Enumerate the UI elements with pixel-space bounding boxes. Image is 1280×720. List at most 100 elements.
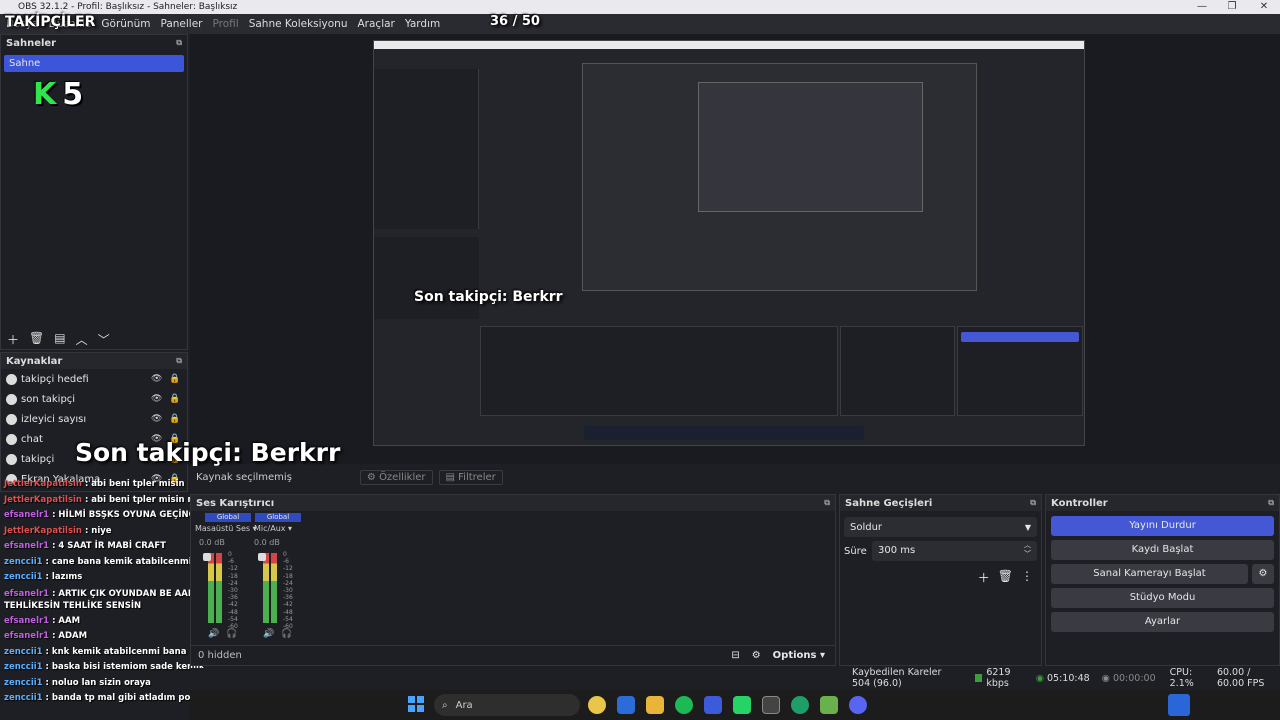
nested-scenes (374, 69, 479, 229)
chat-username: zenccii1 (4, 572, 43, 582)
move-down-icon[interactable]: ﹀ (98, 331, 110, 348)
eye-icon[interactable]: 👁 (151, 414, 162, 424)
chat-text: : cane bana kemik atabilcenmi (42, 556, 192, 567)
db-tick: -12 (228, 565, 238, 573)
mixer-layout-icon[interactable]: ⊟ (731, 650, 739, 661)
volume-meter (208, 553, 214, 623)
stream-indicator-icon: ◉ (1035, 672, 1044, 684)
chat-text: : baska bisi istemiom sade kemik (42, 662, 205, 672)
source-item[interactable]: takipçi hedefi 👁 🔒 (1, 369, 187, 389)
microphone-icon[interactable] (1168, 694, 1190, 716)
menu-view[interactable]: Görünüm (101, 18, 150, 30)
app-icon[interactable] (704, 696, 722, 714)
record-indicator-icon: ◉ (1101, 672, 1110, 684)
windows-start-icon[interactable] (408, 696, 424, 712)
maximize-button[interactable]: ❐ (1218, 0, 1246, 14)
scenes-toolbar: ＋ 🗑 ▤ ︿ ﹀ (7, 331, 110, 348)
app-icon[interactable] (791, 696, 809, 714)
volume-slider-handle[interactable] (203, 553, 211, 561)
nested-titlebar (374, 41, 1084, 49)
browser-source-icon (6, 433, 17, 445)
mute-icon[interactable]: 🔊 (208, 629, 219, 639)
dock-float-icon[interactable]: ⧉ (824, 498, 830, 508)
remove-transition-icon[interactable]: 🗑 (998, 569, 1013, 586)
menu-profile[interactable]: Profil (213, 18, 239, 30)
lock-icon[interactable]: 🔒 (169, 414, 180, 424)
remove-scene-icon[interactable]: 🗑 (29, 331, 44, 348)
gear-icon[interactable]: ⚙ (1252, 564, 1274, 584)
whatsapp-icon[interactable] (733, 696, 751, 714)
chat-text: : lazıms (42, 572, 83, 582)
channel-name[interactable]: Masaüstü Ses ▾ (195, 524, 257, 533)
db-tick: -18 (228, 572, 238, 580)
db-tick: -30 (228, 587, 238, 595)
taskbar-search[interactable]: ⌕ Ara (434, 694, 580, 716)
monitor-icon[interactable]: 🎧 (226, 629, 237, 639)
folder-icon[interactable] (646, 696, 664, 714)
menu-tools[interactable]: Araçlar (358, 18, 395, 30)
properties-button[interactable]: ⚙ Özellikler (359, 469, 433, 485)
menu-docks[interactable]: Paneller (160, 18, 202, 30)
followers-label: TAKİPÇİLER (5, 14, 96, 30)
spotify-icon[interactable] (675, 696, 693, 714)
mute-icon[interactable]: 🔊 (263, 629, 274, 639)
mixer-settings-icon[interactable]: ⚙ (752, 650, 761, 661)
channel-tag: Global (255, 513, 301, 522)
add-scene-icon[interactable]: ＋ (7, 331, 19, 348)
minimize-button[interactable]: — (1188, 0, 1216, 14)
lock-icon[interactable]: 🔒 (169, 394, 180, 404)
db-tick: -30 (283, 587, 293, 595)
start-record-button[interactable]: Kaydı Başlat (1051, 540, 1274, 560)
start-virtualcam-button[interactable]: Sanal Kamerayı Başlat (1051, 564, 1248, 584)
scenes-title: Sahneler ⧉ (6, 37, 182, 49)
spinner-icon[interactable]: ︿ ﹀ (1024, 541, 1031, 561)
duration-input[interactable]: 300 ms ︿ ﹀ (872, 541, 1037, 561)
channel-tag: Global (205, 513, 251, 522)
scene-filters-icon[interactable]: ▤ (54, 331, 65, 348)
menu-scene-collection[interactable]: Sahne Koleksiyonu (249, 18, 348, 30)
close-button[interactable]: ✕ (1250, 0, 1278, 14)
stop-stream-button[interactable]: Yayını Durdur (1051, 516, 1274, 536)
eye-icon[interactable]: 👁 (151, 394, 162, 404)
db-tick: 0 (228, 551, 232, 558)
monitor-icon[interactable]: 🎧 (281, 629, 292, 639)
chat-username: efsanelr1 (4, 631, 50, 641)
dock-float-icon[interactable]: ⧉ (1268, 498, 1274, 508)
transition-select[interactable]: Soldur ▼ (844, 517, 1037, 537)
source-item[interactable]: son takipçi 👁 🔒 (1, 389, 187, 409)
store-icon[interactable] (617, 696, 635, 714)
channel-name[interactable]: Mic/Aux ▾ (254, 524, 292, 533)
chat-username: efsanelr1 (4, 541, 50, 551)
volume-slider-handle[interactable] (258, 553, 266, 561)
discord-icon[interactable] (849, 696, 867, 714)
menu-help[interactable]: Yardım (405, 18, 440, 30)
options-button[interactable]: Options ▾ (773, 650, 825, 661)
move-up-icon[interactable]: ︿ (76, 331, 88, 348)
nested-transitions (840, 326, 955, 416)
preview-area[interactable]: Son takipçi: Berkrr (190, 34, 1280, 464)
minecraft-icon[interactable] (820, 696, 838, 714)
chat-username: efsanelr1 (4, 510, 50, 520)
lock-icon[interactable]: 🔒 (169, 374, 180, 384)
studio-mode-button[interactable]: Stüdyo Modu (1051, 588, 1274, 608)
obs-icon[interactable] (762, 696, 780, 714)
nested-taskbar (584, 426, 864, 440)
chat-text: : noluo lan sizin oraya (42, 677, 151, 688)
window-title: OBS 32.1.2 - Profil: Başlıksız - Sahnele… (18, 2, 238, 12)
scene-transitions-panel: Sahne Geçişleri ⧉ Soldur ▼ Süre 300 ms ︿ ﹀… (839, 494, 1042, 666)
more-icon[interactable]: ⋮ (1021, 569, 1033, 586)
dock-float-icon[interactable]: ⧉ (176, 356, 182, 366)
scene-item-sahne[interactable]: Sahne (4, 55, 184, 72)
search-icon: ⌕ (442, 699, 448, 711)
settings-button[interactable]: Ayarlar (1051, 612, 1274, 632)
chat-text: : abi beni tpler misin (81, 479, 185, 489)
add-transition-icon[interactable]: ＋ (978, 569, 990, 586)
eye-icon[interactable]: 👁 (151, 374, 162, 384)
chat-username: zenccii1 (4, 677, 43, 688)
chrome-icon[interactable] (588, 696, 606, 714)
dock-float-icon[interactable]: ⧉ (176, 38, 182, 48)
dock-float-icon[interactable]: ⧉ (1030, 498, 1036, 508)
chat-username: JettlerKapatilsin (4, 525, 82, 536)
filters-button[interactable]: ▤ Filtreler (438, 469, 503, 485)
source-item[interactable]: izleyici sayısı 👁 🔒 (1, 409, 187, 429)
